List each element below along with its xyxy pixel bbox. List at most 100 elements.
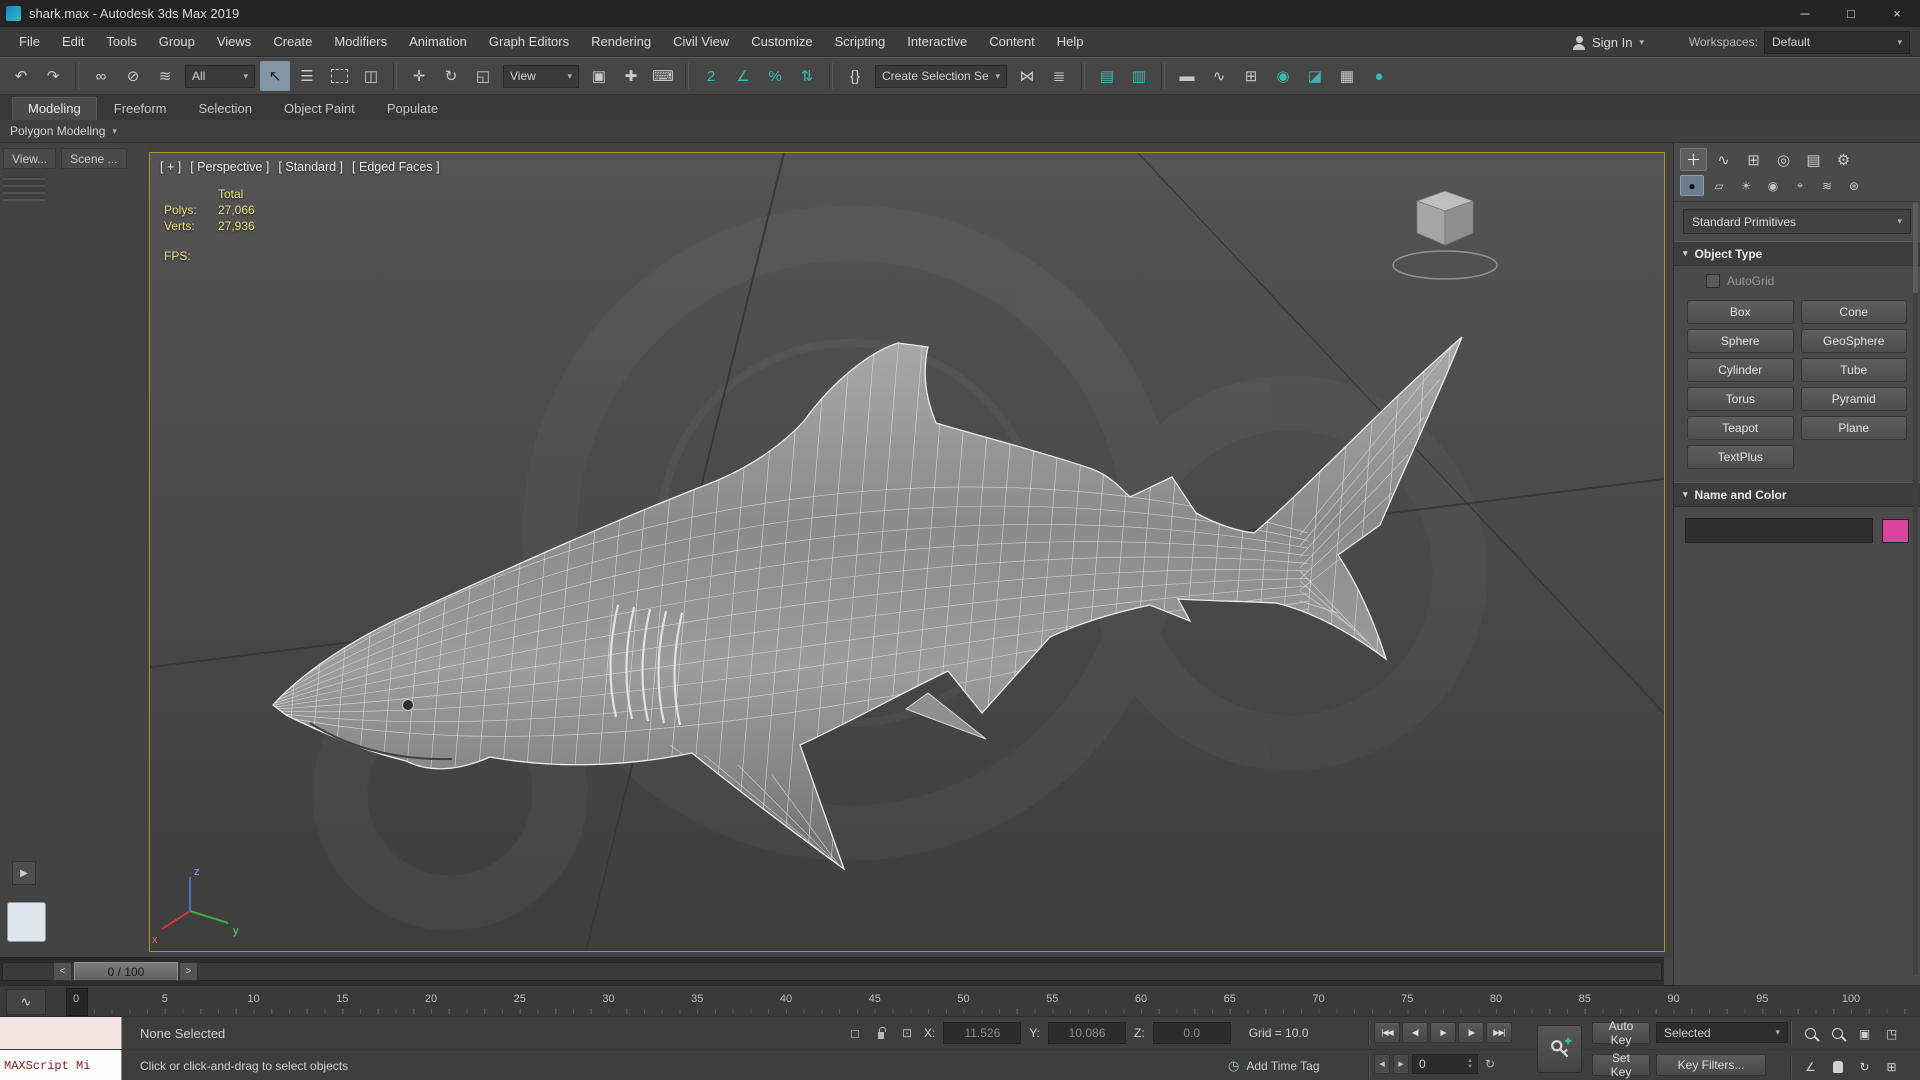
expand-dock-button[interactable]: ▶ (12, 861, 36, 885)
curve-editor-icon[interactable]: ∿ (1204, 61, 1234, 91)
utilities-tab-icon[interactable]: ⚙ (1830, 148, 1857, 171)
spinner-snap-icon[interactable]: ⇅ (792, 61, 822, 91)
select-by-name-icon[interactable]: ☰ (292, 61, 322, 91)
menu-item[interactable]: Customize (740, 27, 823, 57)
viewport-layout-tab[interactable]: View... (3, 148, 56, 169)
object-color-swatch[interactable] (1882, 519, 1909, 543)
primitive-category-dropdown[interactable]: Standard Primitives ▾ (1683, 209, 1911, 234)
angle-snap-icon[interactable]: ∠ (728, 61, 758, 91)
mirror-icon[interactable]: ⋈ (1012, 61, 1042, 91)
menu-item[interactable]: Animation (398, 27, 478, 57)
viewport-shading-menu[interactable]: [ Edged Faces ] (352, 160, 440, 174)
object-type-button[interactable]: Cylinder (1687, 358, 1794, 382)
maximize-viewport-toggle-icon[interactable]: ⊞ (1879, 1056, 1904, 1077)
viewcube[interactable] (1393, 191, 1497, 279)
display-tab-icon[interactable]: ▤ (1800, 148, 1827, 171)
selection-lock-icon[interactable] (872, 1024, 890, 1042)
object-type-button[interactable]: Torus (1687, 387, 1794, 411)
render-setup-icon[interactable]: ◪ (1300, 61, 1330, 91)
dock-grip[interactable] (3, 175, 45, 201)
menu-item[interactable]: Tools (95, 27, 147, 57)
pan-hand-icon[interactable] (1825, 1056, 1850, 1077)
time-slider-track[interactable] (2, 962, 1662, 981)
time-configuration-icon[interactable]: ↻ (1481, 1055, 1499, 1073)
previous-frame-arrow[interactable]: < (53, 962, 72, 981)
zoom-extents-icon[interactable]: ▣ (1852, 1023, 1877, 1044)
ribbon-tab[interactable]: Object Paint (269, 98, 370, 120)
object-type-button[interactable]: Sphere (1687, 329, 1794, 353)
menu-item[interactable]: Content (978, 27, 1046, 57)
reference-coordinate-system-dropdown[interactable]: View▾ (503, 65, 579, 88)
menu-item[interactable]: Civil View (662, 27, 740, 57)
menu-item[interactable]: Group (148, 27, 206, 57)
object-type-rollout-header[interactable]: ▾ Object Type (1674, 241, 1920, 266)
close-button[interactable]: × (1874, 0, 1920, 27)
x-coordinate-field[interactable]: 11.526 (943, 1022, 1021, 1044)
menu-item[interactable]: Interactive (896, 27, 978, 57)
z-coordinate-field[interactable]: 0.0 (1153, 1022, 1231, 1044)
zoom-icon[interactable] (1798, 1023, 1823, 1044)
geometry-subtab-icon[interactable]: ● (1680, 175, 1704, 196)
workspace-dropdown[interactable]: Default ▾ (1764, 31, 1910, 54)
bind-to-space-warp-icon[interactable]: ≋ (150, 61, 180, 91)
helpers-subtab-icon[interactable]: ⌖ (1788, 175, 1812, 196)
select-and-scale-icon[interactable]: ◱ (468, 61, 498, 91)
material-editor-icon[interactable]: ◉ (1268, 61, 1298, 91)
absolute-offset-mode-icon[interactable]: ⊡ (898, 1024, 916, 1042)
select-and-link-icon[interactable]: ∞ (86, 61, 116, 91)
isolate-selection-icon[interactable]: ◻ (846, 1024, 864, 1042)
select-and-move-icon[interactable]: ✛ (404, 61, 434, 91)
ribbon-tab[interactable]: Selection (184, 98, 267, 120)
ribbon-tab[interactable]: Populate (372, 98, 453, 120)
toggle-layer-explorer-icon[interactable]: ▥ (1124, 61, 1154, 91)
align-icon[interactable]: ≣ (1044, 61, 1074, 91)
viewport-general-menu[interactable]: [ + ] (160, 160, 181, 174)
unlink-selection-icon[interactable]: ⊘ (118, 61, 148, 91)
frame-spinner[interactable]: ▲▼ (1464, 1055, 1476, 1073)
window-crossing-icon[interactable]: ◫ (356, 61, 386, 91)
menu-item[interactable]: Modifiers (323, 27, 398, 57)
auto-key-button[interactable]: Auto Key (1592, 1022, 1650, 1044)
object-type-button[interactable]: Teapot (1687, 416, 1794, 440)
scene-explorer-tab[interactable]: Scene ... (61, 148, 126, 169)
object-type-button[interactable]: Box (1687, 300, 1794, 324)
motion-tab-icon[interactable]: ◎ (1770, 148, 1797, 171)
object-type-button[interactable]: Pyramid (1801, 387, 1908, 411)
current-frame-field[interactable]: 0 ▲▼ (1412, 1054, 1478, 1074)
toggle-ribbon-icon[interactable]: ▬ (1172, 61, 1202, 91)
perspective-viewport[interactable]: z x y [ + ][ Perspective ][ Standard ][ … (149, 152, 1665, 952)
set-key-button[interactable]: Set Key (1592, 1054, 1650, 1076)
percent-snap-icon[interactable]: % (760, 61, 790, 91)
menu-item[interactable]: Help (1046, 27, 1095, 57)
polygon-modeling-strip[interactable]: Polygon Modeling ▾ (0, 120, 1920, 143)
name-color-rollout-header[interactable]: ▾ Name and Color (1674, 482, 1920, 507)
menu-item[interactable]: Edit (51, 27, 95, 57)
object-type-button[interactable]: Tube (1801, 358, 1908, 382)
object-type-button[interactable]: TextPlus (1687, 445, 1794, 469)
viewport-style-menu[interactable]: [ Standard ] (278, 160, 343, 174)
menu-item[interactable]: Views (206, 27, 262, 57)
add-time-tag[interactable]: ◷ Add Time Tag (1228, 1050, 1320, 1080)
hierarchy-tab-icon[interactable]: ⊞ (1740, 148, 1767, 171)
key-mode-dropdown[interactable]: Selected ▾ (1656, 1022, 1788, 1043)
next-frame-button[interactable]: |▶ (1458, 1022, 1484, 1043)
object-type-button[interactable]: GeoSphere (1801, 329, 1908, 353)
shapes-subtab-icon[interactable]: ▱ (1707, 175, 1731, 196)
maxscript-mini-listener[interactable]: MAXScript Mi (0, 1050, 122, 1080)
sign-in-button[interactable]: Sign In ▾ (1565, 30, 1652, 54)
next-frame-arrow[interactable]: > (179, 962, 198, 981)
menu-item[interactable]: Scripting (824, 27, 897, 57)
menu-item[interactable]: Create (262, 27, 323, 57)
use-pivot-point-center-icon[interactable]: ▣ (584, 61, 614, 91)
previous-frame-button[interactable]: ◀| (1402, 1022, 1428, 1043)
edit-named-selection-sets-icon[interactable]: {} (840, 61, 870, 91)
selection-filter-dropdown[interactable]: All▾ (185, 65, 255, 88)
select-object-icon[interactable]: ↖ (260, 61, 290, 91)
create-tab-icon[interactable]: ＋ (1680, 148, 1707, 171)
field-of-view-icon[interactable]: ∠ (1798, 1056, 1823, 1077)
previous-key-button[interactable]: ◀ (1374, 1054, 1390, 1074)
cameras-subtab-icon[interactable]: ◉ (1761, 175, 1785, 196)
y-coordinate-field[interactable]: 10.086 (1048, 1022, 1126, 1044)
object-type-button[interactable]: Plane (1801, 416, 1908, 440)
toggle-scene-explorer-icon[interactable]: ▤ (1092, 61, 1122, 91)
